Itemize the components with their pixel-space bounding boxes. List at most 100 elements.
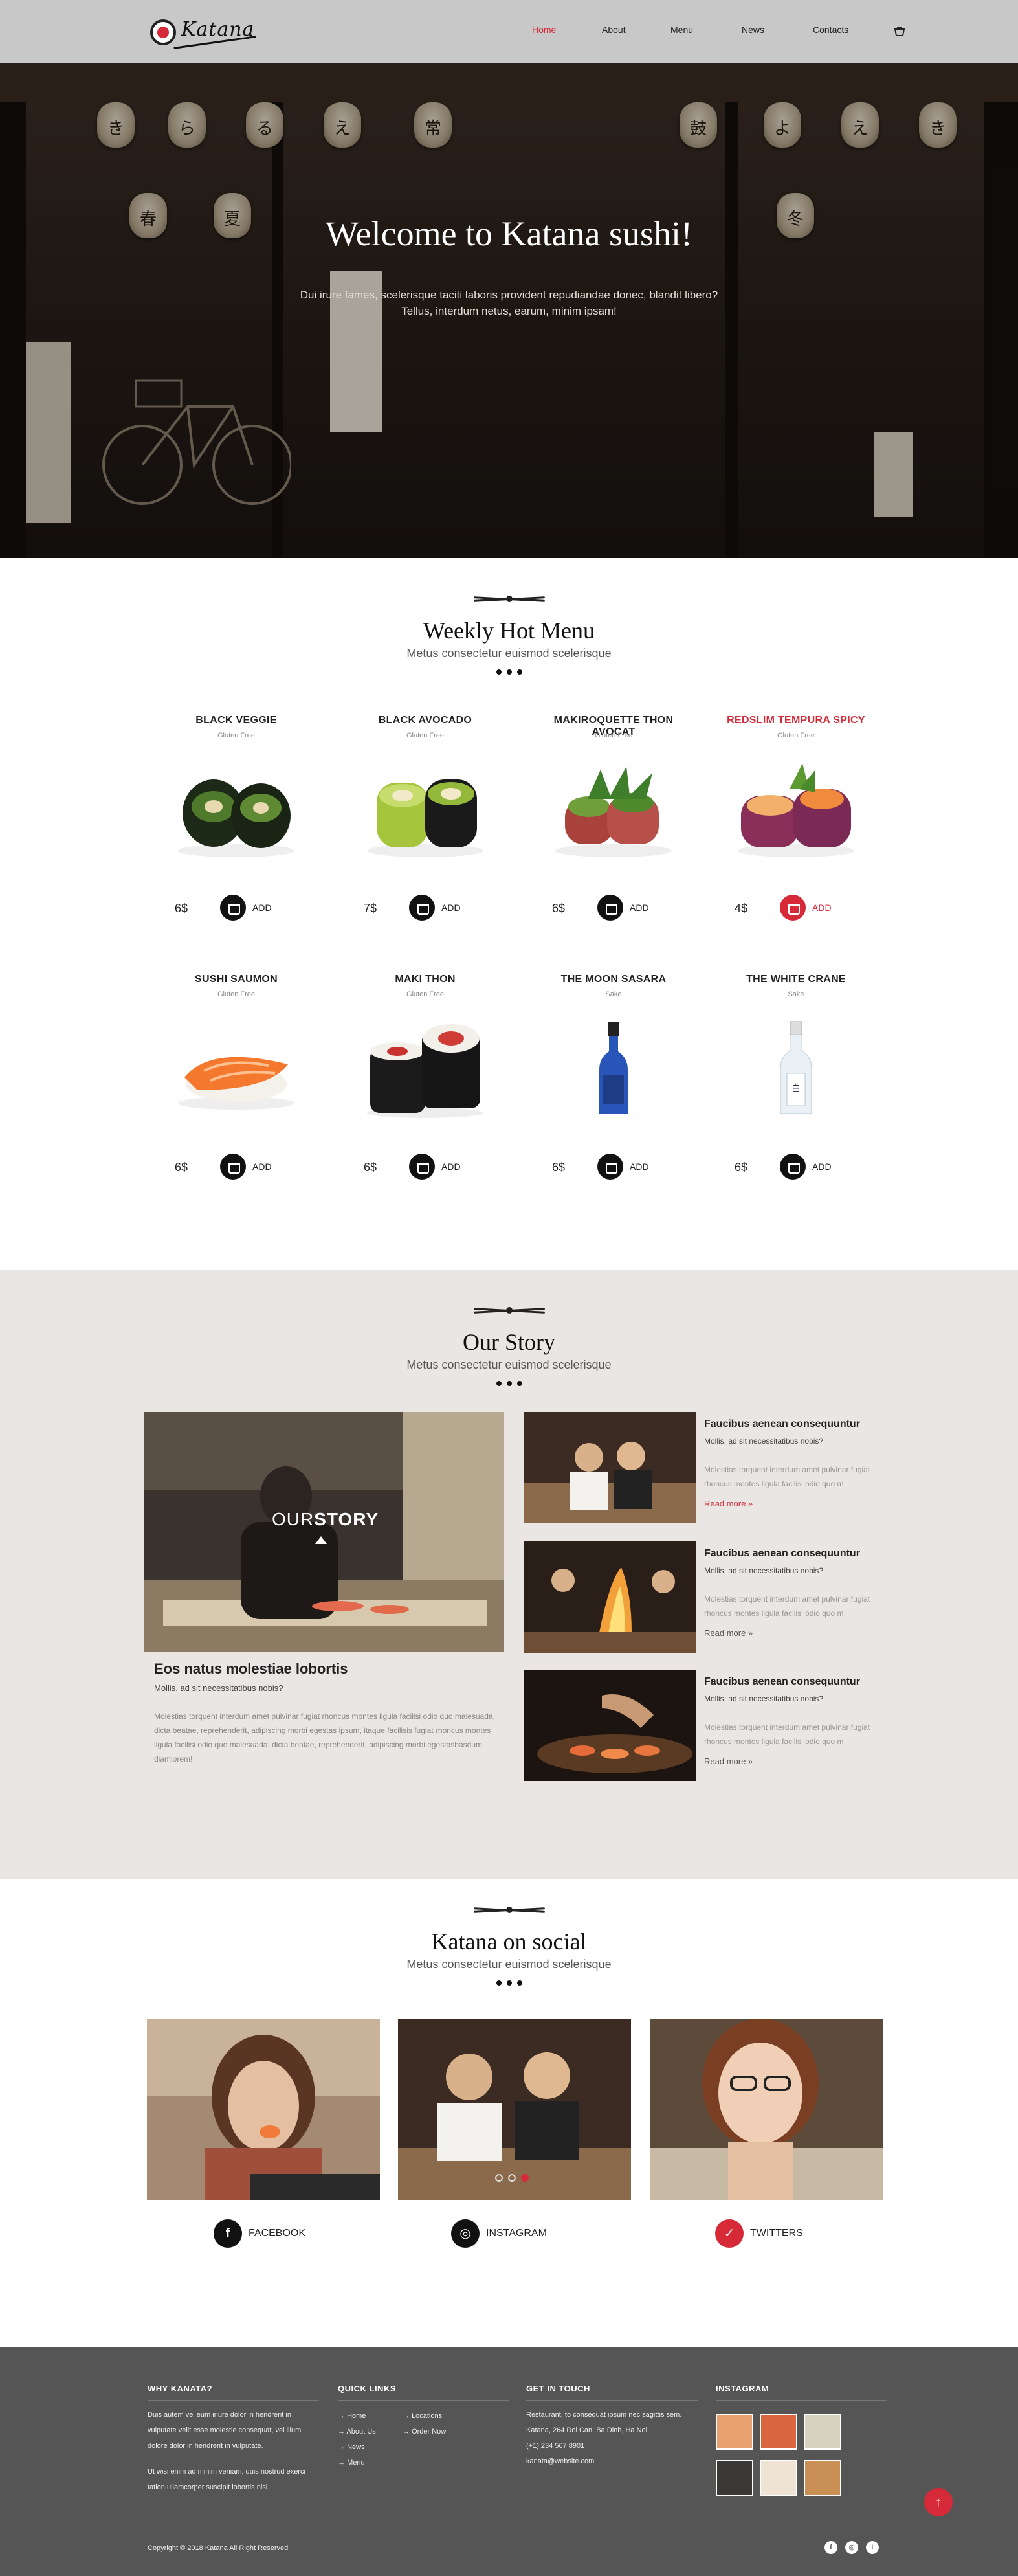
dots-divider [496,1980,522,1986]
add-to-cart-button[interactable]: ADD [597,1154,669,1180]
sake-bottle-white-image: 白 [780,1021,812,1114]
story-section-header: Our Story Metus consectetur euismod scel… [0,1304,1018,1386]
nav-menu[interactable]: Menu [670,25,693,35]
nav-home[interactable]: Home [532,25,556,35]
instagram-thumb[interactable] [716,2460,753,2496]
chopsticks-icon [473,1903,545,1916]
item-price: 6$ [364,1161,377,1174]
back-to-top-button[interactable]: ↑ [924,2488,953,2516]
instagram-thumb[interactable] [804,2460,841,2496]
instagram-icon: ◎ [451,2219,480,2248]
menu-item: THE MOON SASARA Sake 6$ ADD [533,974,694,1194]
item-tag: Gluten Free [217,732,256,739]
chopsticks-icon [473,592,545,605]
instagram-thumb[interactable] [760,2460,797,2496]
story-main-question: Mollis, ad sit necessitatibus nobis? [154,1683,283,1693]
footer-link-news[interactable]: → News [338,2439,376,2455]
footer-link-order[interactable]: → Order Now [403,2424,446,2439]
add-to-cart-button[interactable]: ADD [409,1154,480,1180]
item-price: 6$ [552,902,566,915]
social-photo-restaurant[interactable] [398,2019,631,2200]
footer-link-menu[interactable]: → Menu [338,2455,376,2470]
add-to-cart-button[interactable]: ADD [409,895,480,921]
item-name: BLACK VEGGIE [195,715,277,726]
item-tag: Gluten Free [217,991,256,998]
side-item-title[interactable]: Faucibus aenean consequuntur [704,1676,860,1688]
item-name: SUSHI SAUMON [194,974,278,985]
copyright: Copyright © 2018 Katana All Right Reserv… [148,2544,289,2552]
side-item-title[interactable]: Faucibus aenean consequuntur [704,1548,860,1560]
story-thumb-image[interactable] [524,1412,696,1523]
story-side-item: Faucibus aenean consequuntur Mollis, ad … [524,1670,887,1784]
read-more-link[interactable]: Read more » [704,1628,753,1638]
side-item-text: Molestias torquent interdum amet pulvina… [704,1465,870,1488]
nav-about[interactable]: About [602,25,626,35]
footer-link-home[interactable]: → Home [338,2408,376,2424]
story-subtitle: Metus consectetur euismod scelerisque [406,1358,612,1371]
instagram-link[interactable]: ◎ INSTAGRAM [451,2219,555,2248]
story-thumb-image[interactable] [524,1670,696,1781]
footer-twitter-icon[interactable]: t [866,2541,879,2554]
facebook-link[interactable]: f FACEBOOK [214,2219,317,2248]
basket-icon [220,1154,246,1180]
site-header: Katana Home About Menu News Contacts [0,0,1018,63]
arrow-up-icon [315,1536,327,1544]
side-item-question: Mollis, ad sit necessitatibus nobis? [704,1694,824,1703]
instagram-thumb[interactable] [804,2414,841,2450]
menu-item: SUSHI SAUMON Gluten Free 6$ ADD [155,974,317,1194]
footer-quick-links: QUICK LINKS [338,2384,509,2401]
hero-title: Welcome to Katana sushi! [326,214,692,253]
footer-instagram-icon[interactable]: ◎ [845,2541,858,2554]
nav-news[interactable]: News [742,25,764,35]
footer-link-about[interactable]: → About Us [338,2424,376,2439]
side-item-title[interactable]: Faucibus aenean consequuntur [704,1418,860,1430]
side-item-question: Mollis, ad sit necessitatibus nobis? [704,1437,824,1446]
twitter-icon: ✓ [715,2219,744,2248]
main-nav: Home About Menu News Contacts [0,25,1018,40]
add-to-cart-button[interactable]: ADD [597,895,669,921]
social-subtitle: Metus consectetur euismod scelerisque [406,1958,612,1971]
story-side-item: Faucibus aenean consequuntur Mollis, ad … [524,1541,887,1655]
side-item-question: Mollis, ad sit necessitatibus nobis? [704,1566,824,1575]
twitter-link[interactable]: ✓ TWITTERS [715,2219,819,2248]
item-name: BLACK AVOCADO [378,715,472,726]
instagram-thumb[interactable] [760,2414,797,2450]
basket-icon [409,1154,435,1180]
cart-icon[interactable] [893,25,906,38]
social-photo-woman-glasses[interactable] [650,2019,883,2200]
menu-item: REDSLIM TEMPURA SPICY Gluten Free 4$ ADD [715,715,877,935]
basket-icon [409,895,435,921]
carousel-dots[interactable] [495,2174,534,2183]
footer-email[interactable]: kanata@website.com [526,2454,698,2469]
story-thumb-image[interactable] [524,1541,696,1653]
add-to-cart-button[interactable]: ADD [220,1154,291,1180]
basket-icon [780,895,806,921]
hero-subtitle: Dui irure fames, scelerisque taciti labo… [300,289,718,317]
item-name: REDSLIM TEMPURA SPICY [727,715,865,726]
add-to-cart-button[interactable]: ADD [780,1154,851,1180]
instagram-thumb[interactable] [716,2414,753,2450]
footer-link-locations[interactable]: → Locations [403,2408,446,2424]
footer-links-col2: → Locations → Order Now [403,2408,446,2439]
story-side-item: Faucibus aenean consequuntur Mollis, ad … [524,1412,887,1526]
item-name: THE WHITE CRANE [746,974,846,985]
facebook-icon: f [214,2219,242,2248]
side-item-text: Molestias torquent interdum amet pulvina… [704,1595,870,1618]
story-title: Our Story [463,1329,555,1355]
menu-item: BLACK AVOCADO Gluten Free 7$ ADD [344,715,506,935]
menu-item: MAKI THON Gluten Free 6$ ADD [344,974,506,1194]
read-more-link[interactable]: Read more » [704,1499,753,1508]
nav-contacts[interactable]: Contacts [813,25,848,35]
add-to-cart-button[interactable]: ADD [780,895,851,921]
add-to-cart-button[interactable]: ADD [220,895,291,921]
item-tag: Gluten Free [777,732,815,739]
story-overlay-text: OURSTORY [272,1509,379,1529]
read-more-link[interactable]: Read more » [704,1756,753,1766]
footer-facebook-icon[interactable]: f [824,2541,837,2554]
basket-icon [597,895,623,921]
story-main-image[interactable]: OURSTORY [144,1412,504,1652]
maki-thon-image [367,1024,483,1118]
social-photo-woman-eating[interactable] [147,2019,380,2200]
story-main-title[interactable]: Eos natus molestiae lobortis [154,1661,348,1677]
menu-item: BLACK VEGGIE Gluten Free 6$ ADD [155,715,317,935]
